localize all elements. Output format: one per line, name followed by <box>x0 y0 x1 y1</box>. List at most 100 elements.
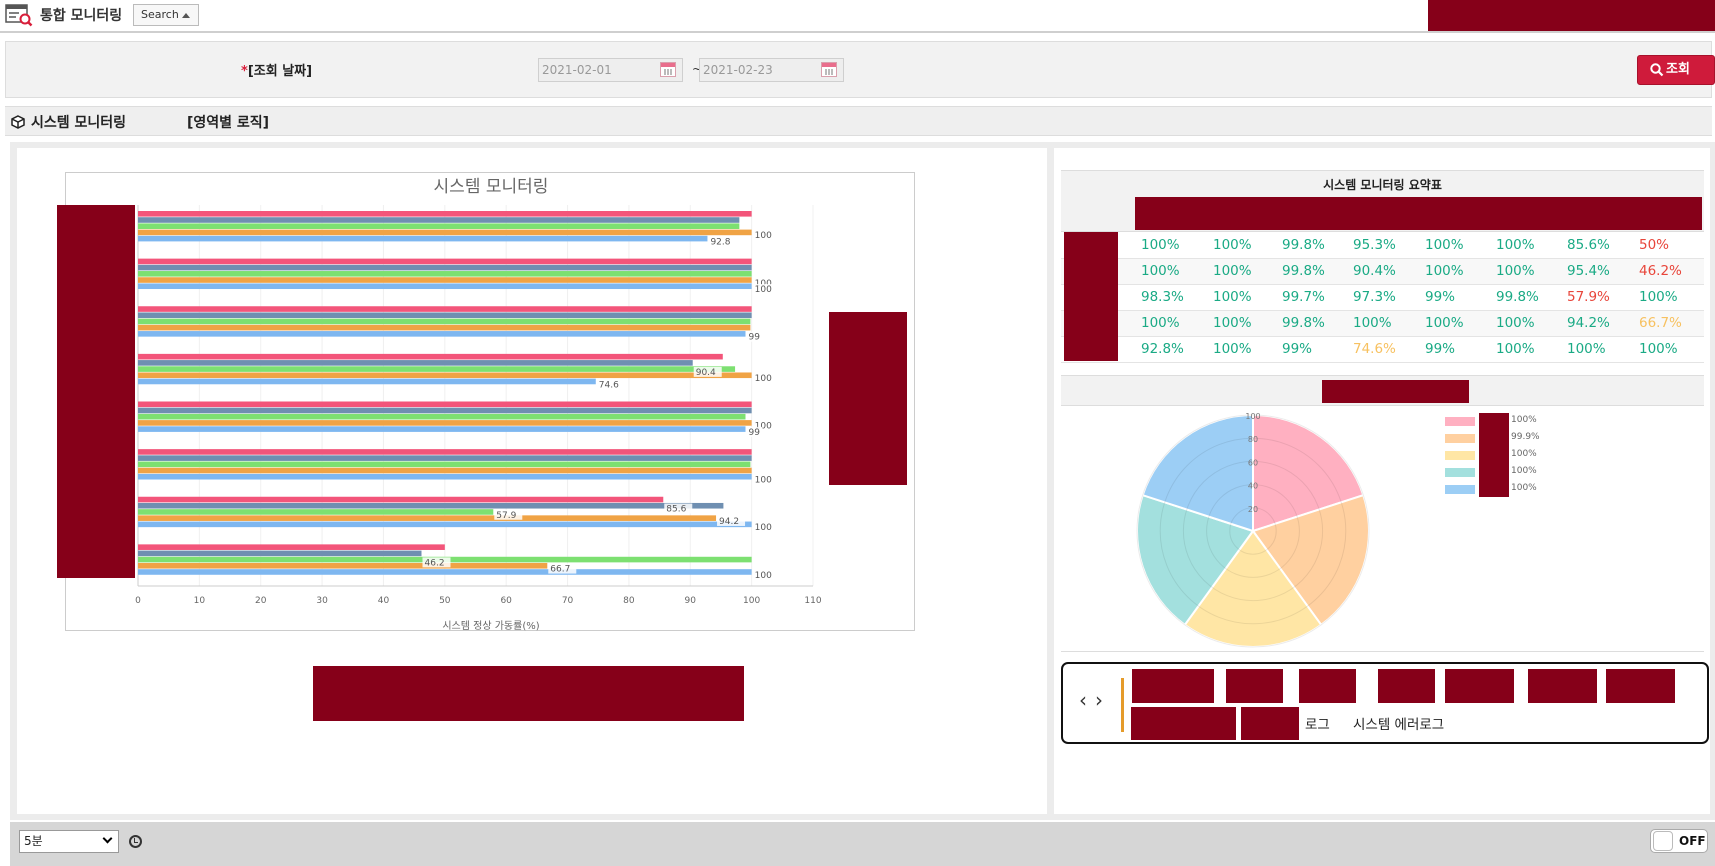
bar-chart: 시스템 모니터링 0 10 20 30 40 50 60 70 80 90 100 110 시스템 정상 … <box>135 177 822 632</box>
polar-tick-label: 40 <box>1248 482 1258 491</box>
bar <box>138 426 746 432</box>
table-cell: 98.3% <box>1141 289 1184 305</box>
table-cell: 95.4% <box>1567 263 1610 279</box>
bar <box>138 515 717 521</box>
legend-swatch <box>1445 451 1475 460</box>
redacted-category-labels <box>57 205 135 578</box>
data-label: 94.2 <box>719 517 739 527</box>
table-cell: 100% <box>1141 237 1180 253</box>
top-bar: 통합 모니터링 Search <box>0 0 1715 33</box>
system-error-log-link[interactable]: 시스템 에러로그 <box>1353 713 1444 733</box>
bar <box>138 461 751 468</box>
redacted-legend-labels <box>1479 413 1509 497</box>
data-label: 100 <box>755 285 772 295</box>
bar <box>138 413 746 420</box>
table-cell: 57.9% <box>1567 289 1610 305</box>
redacted-log-link[interactable] <box>1131 707 1236 740</box>
table-cell: 94.2% <box>1567 315 1610 331</box>
table-cell: 50% <box>1639 237 1670 253</box>
table-cell: 46.2% <box>1639 263 1682 279</box>
data-label: 85.6 <box>666 505 686 515</box>
legend-swatch <box>1445 485 1475 494</box>
table-cell: 99.8% <box>1282 315 1325 331</box>
monitor-search-icon <box>5 4 33 27</box>
bar <box>138 569 752 575</box>
bar <box>138 235 708 242</box>
legend-value: 100% <box>1511 483 1537 493</box>
x-tick-label: 60 <box>500 596 512 606</box>
data-label: 100 <box>755 476 772 486</box>
search-panel: *[조회 날짜] ~ 조회 <box>5 41 1715 98</box>
x-tick-label: 50 <box>439 596 451 606</box>
chevron-left-icon[interactable]: ‹ <box>1079 688 1087 712</box>
legend-swatch <box>1445 468 1475 477</box>
refresh-interval-value: 5분 <box>24 834 43 848</box>
table-cell: 99% <box>1425 289 1456 305</box>
search-button[interactable]: 조회 <box>1637 55 1715 85</box>
divider <box>1061 651 1704 652</box>
data-label: 92.8 <box>710 237 730 247</box>
auto-refresh-toggle[interactable]: OFF <box>1650 829 1708 853</box>
bar <box>138 211 752 217</box>
bar <box>138 318 751 325</box>
chevron-right-icon[interactable]: › <box>1095 688 1103 712</box>
x-tick-label: 0 <box>135 596 141 606</box>
table-row: 100% 100% 99.8% 95.3% 100% 100% 85.6% 50% <box>1061 233 1704 259</box>
table-cell: 95.3% <box>1353 237 1396 253</box>
redacted-column-headers <box>1135 197 1702 230</box>
data-label: 100 <box>755 523 772 533</box>
table-cell: 100% <box>1213 289 1252 305</box>
bar <box>138 217 740 223</box>
bar <box>138 277 752 283</box>
caret-up-icon <box>182 13 190 18</box>
table-cell: 85.6% <box>1567 237 1610 253</box>
bar <box>138 360 693 366</box>
table-cell: 100% <box>1496 237 1535 253</box>
table-cell: 100% <box>1567 341 1606 357</box>
polar-tick-label: 60 <box>1248 458 1258 467</box>
redacted-log-link[interactable] <box>1528 669 1597 703</box>
redacted-log-link[interactable] <box>1241 707 1299 740</box>
data-label: 100 <box>755 231 772 241</box>
bar <box>138 502 724 509</box>
table-row: 92.8% 100% 99% 74.6% 99% 100% 100% 100% <box>1061 337 1704 363</box>
toggle-knob <box>1653 831 1673 851</box>
chart-title: 시스템 모니터링 <box>434 177 549 197</box>
polar-tick-label: 100 <box>1245 412 1260 421</box>
table-row: 100% 100% 99.8% 100% 100% 100% 94.2% 66.7% <box>1061 311 1704 337</box>
redacted-log-link[interactable] <box>1445 669 1514 703</box>
x-tick-label: 70 <box>562 596 574 606</box>
calendar-icon[interactable] <box>821 62 837 77</box>
legend-value: 100% <box>1511 466 1537 476</box>
table-cell: 100% <box>1141 263 1180 279</box>
redacted-log-link[interactable] <box>1606 669 1675 703</box>
x-tick-label: 80 <box>623 596 635 606</box>
polar-tick-label: 20 <box>1248 505 1258 514</box>
redacted-header-area <box>1428 0 1715 31</box>
search-toggle-button[interactable]: Search <box>133 4 199 26</box>
legend-value: 99.9% <box>1511 432 1540 442</box>
redacted-polar-title <box>1322 380 1469 403</box>
refresh-interval-select[interactable]: 5분 <box>19 830 119 853</box>
redacted-log-link[interactable] <box>1299 669 1356 703</box>
summary-table-title: 시스템 모니터링 요약표 <box>1061 170 1704 198</box>
calendar-icon[interactable] <box>660 62 676 77</box>
chevron-down-icon <box>102 833 113 844</box>
section-header: 시스템 모니터링 [영역별 로직] <box>5 106 1712 136</box>
redacted-log-link[interactable] <box>1226 669 1283 703</box>
legend-swatch <box>1445 417 1475 426</box>
redacted-log-link[interactable] <box>1132 669 1214 703</box>
bar <box>138 407 752 414</box>
clock-icon[interactable] <box>129 835 142 848</box>
bar <box>138 562 548 569</box>
data-label: 90.4 <box>696 368 716 378</box>
bar <box>138 521 752 528</box>
date-label: *[조회 날짜] <box>241 60 312 79</box>
cube-icon <box>11 115 25 129</box>
polar-tick-label: 80 <box>1248 435 1258 444</box>
redacted-log-link[interactable] <box>1378 669 1435 703</box>
log-link-partial[interactable]: 로그 <box>1305 713 1330 733</box>
table-cell: 100% <box>1425 263 1464 279</box>
table-cell: 100% <box>1496 263 1535 279</box>
data-label: 99 <box>749 333 761 343</box>
